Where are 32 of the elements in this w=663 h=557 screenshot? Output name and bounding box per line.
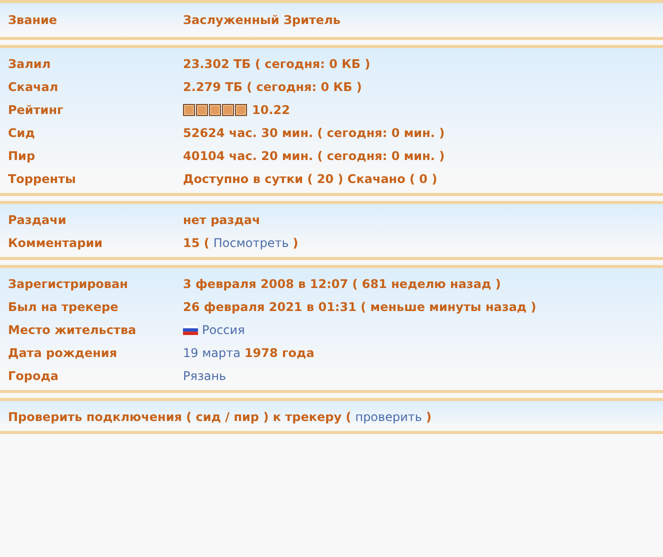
field-value: 2.279 ТБ ( сегодня: 0 КБ )	[183, 80, 362, 94]
field-value: 40104 час. 20 мин. ( сегодня: 0 мин. )	[183, 148, 445, 162]
field-value: 52624 час. 30 мин. ( сегодня: 0 мин. )	[183, 126, 445, 140]
field-label: Рейтинг	[8, 102, 64, 116]
field-value: 10.22	[252, 102, 290, 116]
link[interactable]: Рязань	[183, 368, 226, 382]
link[interactable]: 19 марта	[183, 346, 240, 360]
field-value: 26 февраля 2021 в 01:31 ( меньше минуты назад )	[183, 300, 536, 314]
field-value: 19 марта 1978 года	[183, 346, 314, 360]
field-value: 15 ( Посмотреть )	[183, 236, 298, 250]
link[interactable]: проверить	[355, 410, 422, 424]
field-value: Доступно в сутки ( 20 ) Скачано ( 0 )	[183, 172, 438, 186]
field-label: Зарегистрирован	[8, 276, 129, 290]
field-label: Города	[8, 368, 60, 382]
field-label: Раздачи	[8, 212, 68, 226]
field-label: Пир	[8, 148, 36, 162]
link[interactable]: Россия	[202, 322, 245, 336]
field-label: Торренты	[8, 172, 77, 186]
field-value: 3 февраля 2008 в 12:07 ( 681 неделю назад )	[183, 276, 501, 290]
field-value: Проверить подключения ( сид / пир ) к трекеру ( проверить )	[8, 410, 432, 424]
field-value: 23.302 ТБ ( сегодня: 0 КБ )	[183, 56, 370, 70]
field-label: Место жительства	[8, 322, 138, 336]
field-label: Комментарии	[8, 236, 104, 250]
field-label: Залил	[8, 56, 52, 70]
field-value: Заслуженный Зритель	[183, 12, 340, 26]
field-value: нет раздач	[183, 212, 260, 226]
field-label: Звание	[8, 12, 58, 26]
link[interactable]: Посмотреть	[213, 236, 289, 250]
field-label: Был на трекере	[8, 300, 120, 314]
field-label: Сид	[8, 126, 36, 140]
field-label: Дата рождения	[8, 346, 118, 360]
field-label: Скачал	[8, 80, 60, 94]
